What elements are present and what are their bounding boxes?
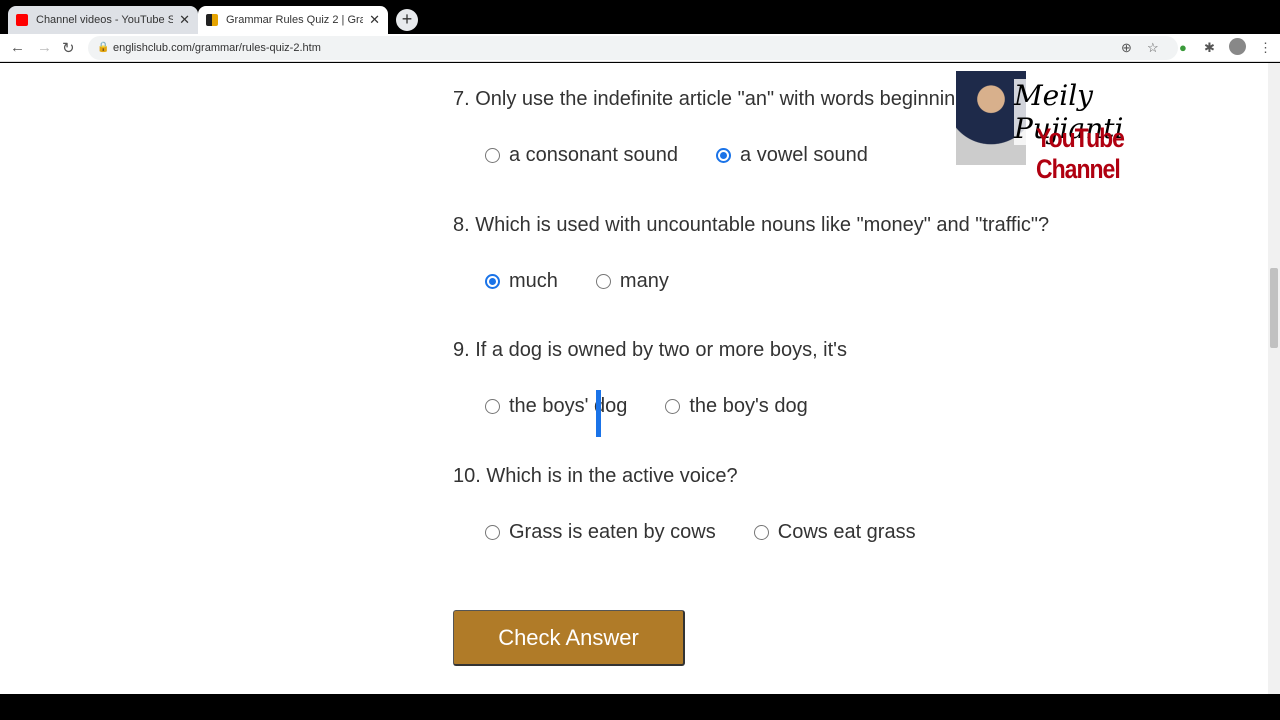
address-bar[interactable]: 🔒 englishclub.com/grammar/rules-quiz-2.h… [88, 36, 1178, 60]
radio[interactable] [753, 525, 769, 540]
star-icon[interactable]: ☆ [1147, 40, 1159, 56]
back-icon[interactable]: ← [10, 39, 25, 56]
new-tab-button[interactable]: + [396, 9, 418, 31]
extensions-puzzle-icon[interactable]: ✱ [1204, 40, 1215, 56]
question-8: 8. Which is used with uncountable nouns … [453, 214, 1050, 236]
option-vowel-sound[interactable]: a vowel sound [716, 144, 868, 167]
option-label: a consonant sound [509, 144, 679, 166]
radio[interactable] [485, 399, 500, 414]
option-label: Cows eat grass [777, 521, 916, 543]
text-cursor [596, 390, 601, 437]
option-label: much [509, 270, 558, 292]
tab-youtube-studio[interactable]: Channel videos - YouTube Studio ✕ [8, 6, 198, 34]
tab-grammar-quiz[interactable]: Grammar Rules Quiz 2 | Grammar ✕ [198, 6, 388, 34]
option-consonant-sound[interactable]: a consonant sound [485, 144, 678, 167]
tab-bar: Channel videos - YouTube Studio ✕ Gramma… [0, 0, 1280, 34]
englishclub-icon [206, 14, 218, 26]
question-9-options: the boys' dog the boy's dog [485, 395, 808, 418]
close-icon[interactable]: ✕ [369, 12, 380, 28]
question-7: 7. Only use the indefinite article "an" … [453, 88, 967, 110]
close-icon[interactable]: ✕ [179, 12, 190, 28]
option-much[interactable]: much [485, 270, 558, 293]
browser-toolbar: ← → ↻ 🔒 englishclub.com/grammar/rules-qu… [0, 34, 1280, 62]
radio[interactable] [485, 148, 500, 163]
option-label: a vowel sound [740, 144, 868, 166]
radio[interactable] [665, 399, 681, 414]
option-passive[interactable]: Grass is eaten by cows [485, 521, 716, 544]
scrollbar-thumb[interactable] [1270, 268, 1278, 348]
option-boys-dog-plural[interactable]: the boys' dog [485, 395, 627, 418]
option-active[interactable]: Cows eat grass [753, 521, 916, 544]
zoom-icon[interactable]: ⊕ [1121, 40, 1132, 56]
radio-checked[interactable] [716, 148, 732, 163]
question-7-options: a consonant sound a vowel sound [485, 144, 868, 167]
option-label: the boy's dog [689, 395, 808, 417]
radio[interactable] [485, 525, 500, 540]
avatar[interactable] [1229, 38, 1246, 55]
menu-kebab-icon[interactable]: ⋮ [1259, 40, 1272, 56]
check-answer-button[interactable]: Check Answer [453, 610, 685, 666]
url-text: englishclub.com/grammar/rules-quiz-2.htm [113, 42, 321, 54]
question-10-options: Grass is eaten by cows Cows eat grass [485, 521, 916, 544]
reload-icon[interactable]: ↻ [62, 39, 75, 57]
radio[interactable] [595, 274, 611, 289]
question-10: 10. Which is in the active voice? [453, 465, 738, 487]
youtube-icon [16, 14, 28, 26]
option-boys-dog-singular[interactable]: the boy's dog [665, 395, 808, 418]
tab-title: Grammar Rules Quiz 2 | Grammar [226, 14, 364, 26]
page-content: 7. Only use the indefinite article "an" … [0, 63, 1268, 694]
watermark-subtitle: YouTube Channel [1036, 122, 1125, 184]
option-label: Grass is eaten by cows [509, 521, 716, 543]
scrollbar[interactable] [1268, 63, 1280, 694]
option-label: the boys' dog [509, 395, 628, 417]
question-8-options: much many [485, 270, 669, 293]
lock-icon: 🔒 [97, 42, 110, 53]
option-label: many [619, 270, 669, 292]
option-many[interactable]: many [595, 270, 669, 293]
bottom-bar [0, 694, 1280, 720]
forward-icon[interactable]: → [37, 39, 52, 56]
radio-checked[interactable] [485, 274, 500, 289]
question-9: 9. If a dog is owned by two or more boys… [453, 339, 848, 361]
channel-watermark-logo: Meily Pujianti YouTube Channel [946, 69, 1206, 184]
tab-title: Channel videos - YouTube Studio [36, 14, 174, 26]
extension-download-icon[interactable]: ● [1179, 40, 1187, 55]
